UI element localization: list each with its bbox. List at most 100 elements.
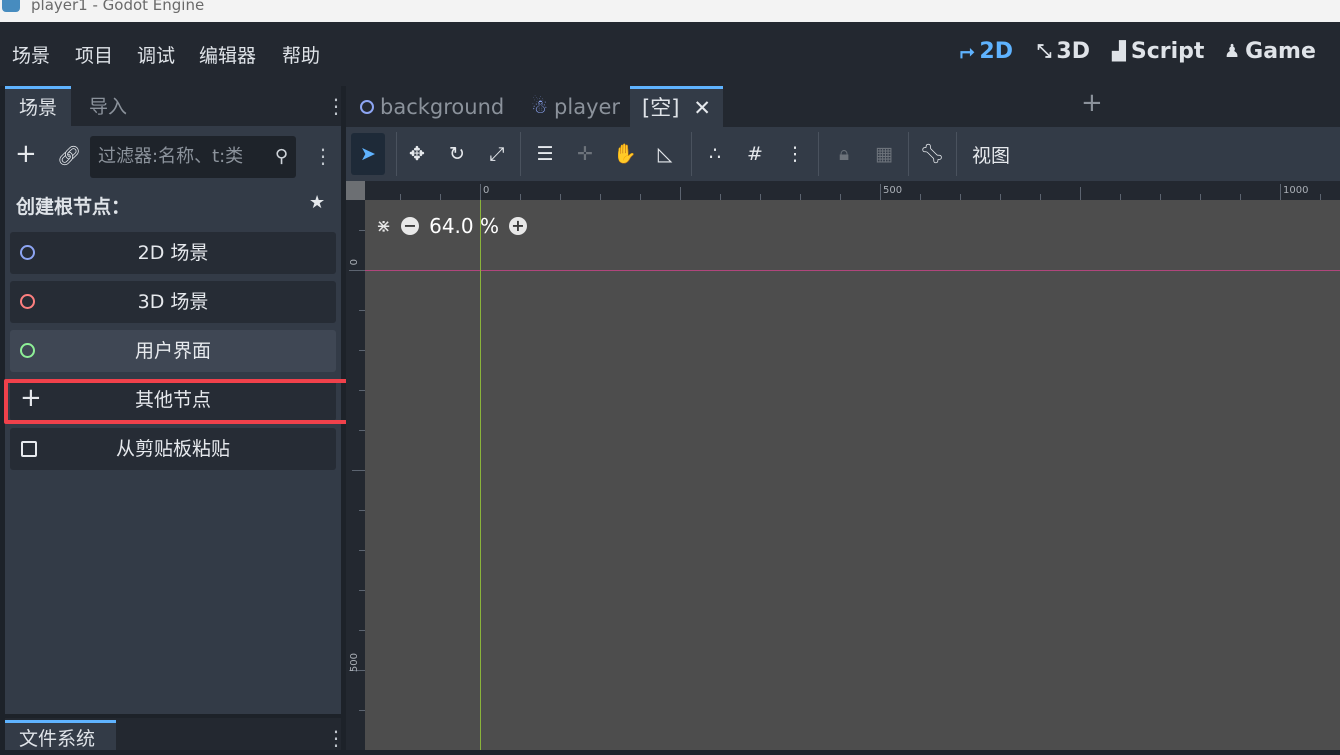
- ruler-tick: [760, 194, 761, 200]
- separator: [908, 132, 909, 176]
- character-icon: ☃: [531, 95, 549, 118]
- tab-empty[interactable]: [空] ✕: [630, 86, 723, 127]
- separator: [520, 132, 521, 176]
- zoom-in-icon[interactable]: +: [509, 217, 527, 235]
- ruler-tick: [840, 194, 841, 200]
- ruler-label: 0: [349, 259, 360, 266]
- menu-scene[interactable]: 场景: [12, 41, 50, 68]
- ruler-tick: [349, 270, 365, 271]
- ruler-tick: [520, 194, 521, 200]
- separator: [396, 132, 397, 176]
- ruler-top: 0 500 1000: [346, 181, 1340, 200]
- root-3d-scene-button[interactable]: 3D 场景: [10, 281, 336, 323]
- root-2d-scene-button[interactable]: 2D 场景: [10, 232, 336, 274]
- root-ui-label: 用户界面: [134, 340, 211, 362]
- ruler-label: 500: [883, 185, 903, 196]
- ruler-tick: [920, 194, 921, 200]
- workspace-2d-button[interactable]: ⮣ 2D: [960, 39, 1013, 64]
- filter-input[interactable]: 过滤器:名称、t:类 ⚲: [90, 136, 296, 178]
- highlight-box: [4, 379, 366, 424]
- game-icon: ♟: [1224, 41, 1241, 62]
- paste-from-clipboard-button[interactable]: 从剪贴板粘贴: [10, 428, 336, 470]
- add-node-button[interactable]: +: [15, 140, 37, 168]
- ruler-tool-icon[interactable]: ◺: [649, 139, 681, 169]
- bone-icon[interactable]: 🦴︎: [916, 139, 948, 169]
- workspace-3d-button[interactable]: ⤡ 3D: [1037, 39, 1090, 64]
- tab-filesystem[interactable]: 文件系统: [5, 720, 116, 750]
- ruler-tick: [359, 630, 365, 631]
- grid-snap-icon[interactable]: #: [739, 139, 771, 169]
- x-axis-line: [365, 270, 1340, 271]
- tab-player[interactable]: ☃ player: [531, 86, 620, 127]
- canvas-viewport[interactable]: 0 500 1000 0 500 ⋇ − 64.0 % +: [346, 181, 1340, 750]
- ruler-label: 0: [483, 185, 490, 196]
- ruler-tick: [680, 187, 681, 200]
- window-title: player1 - Godot Engine: [31, 0, 205, 14]
- filesystem-menu-icon[interactable]: ⋮: [326, 728, 346, 748]
- ruler-tick: [560, 194, 561, 200]
- group-icon[interactable]: ▦: [868, 139, 900, 169]
- ruler-tick: [1000, 194, 1001, 200]
- zoom-level[interactable]: 64.0 %: [429, 214, 499, 238]
- tab-import[interactable]: 导入: [75, 86, 141, 126]
- lock-icon[interactable]: 🔒︎: [828, 139, 860, 169]
- select-tool-icon[interactable]: ➤: [351, 133, 385, 175]
- menu-editor[interactable]: 编辑器: [199, 41, 256, 68]
- list-select-icon[interactable]: ☰: [529, 139, 561, 169]
- tab-empty-label: [空]: [642, 96, 680, 120]
- favorites-star-icon[interactable]: ★: [309, 192, 325, 213]
- canvas-toolbar: ➤ ✥ ↻ ⤢ ☰ ✛ ✋ ◺ ∴ # ⋮ 🔒︎ ▦ 🦴︎ 视图: [346, 127, 1340, 181]
- root-ui-button[interactable]: 用户界面: [10, 330, 336, 372]
- snap-options-icon[interactable]: ⋮: [779, 139, 811, 169]
- ruler-tick: [359, 390, 365, 391]
- workspace-script-button[interactable]: ▟ Script: [1112, 39, 1204, 64]
- view-menu-button[interactable]: 视图: [972, 141, 1010, 168]
- ruler-tick: [640, 194, 641, 200]
- center-view-icon[interactable]: ⋇: [376, 216, 391, 237]
- ruler-tick: [359, 230, 365, 231]
- scale-tool-icon[interactable]: ⤢: [481, 139, 513, 169]
- ruler-tick: [359, 550, 365, 551]
- close-icon[interactable]: ✕: [693, 89, 711, 127]
- script-icon: ▟: [1112, 41, 1126, 62]
- separator: [691, 132, 692, 176]
- dock-tabs: 场景 导入 ⋮: [5, 86, 346, 126]
- create-root-heading: 创建根节点：: [16, 196, 131, 218]
- dock-menu-icon[interactable]: ⋮: [326, 96, 346, 116]
- scene-tab-bar: background ☃ player [空] ✕ +: [346, 86, 1340, 127]
- ruler-tick: [440, 194, 441, 200]
- scene-options-icon[interactable]: ⋮: [313, 146, 333, 166]
- separator: [956, 132, 957, 176]
- pivot-tool-icon[interactable]: ✛: [569, 139, 601, 169]
- 2d-icon: ⮣: [960, 41, 975, 62]
- workspace-3d-label: 3D: [1056, 39, 1090, 64]
- workspace-game-label: Game: [1245, 39, 1316, 64]
- ruler-tick: [1240, 194, 1241, 200]
- menu-help[interactable]: 帮助: [282, 41, 320, 68]
- move-tool-icon[interactable]: ✥: [401, 139, 433, 169]
- smart-snap-icon[interactable]: ∴: [699, 139, 731, 169]
- ruler-tick: [352, 470, 365, 471]
- ruler-tick: [1040, 194, 1041, 200]
- link-icon[interactable]: 🔗︎: [57, 144, 81, 167]
- workspace-game-button[interactable]: ♟ Game: [1224, 39, 1316, 64]
- zoom-out-icon[interactable]: −: [401, 217, 420, 235]
- tab-background[interactable]: background: [360, 86, 504, 127]
- ruler-left: 0 500: [346, 181, 365, 750]
- node2d-icon: [360, 99, 374, 114]
- ruler-label: 500: [349, 653, 360, 673]
- rotate-tool-icon[interactable]: ↻: [441, 139, 473, 169]
- window-titlebar: player1 - Godot Engine: [0, 0, 1340, 22]
- ruler-tick: [359, 430, 365, 431]
- root-3d-scene-label: 3D 场景: [137, 291, 209, 313]
- new-scene-tab-icon[interactable]: +: [1081, 88, 1103, 118]
- tab-scene[interactable]: 场景: [5, 86, 72, 126]
- menu-project[interactable]: 项目: [75, 41, 113, 68]
- ruler-tick: [1160, 194, 1161, 200]
- ruler-tick: [800, 194, 801, 200]
- menu-debug[interactable]: 调试: [137, 41, 175, 68]
- 3d-icon: ⤡: [1037, 41, 1052, 62]
- y-axis-line: [480, 200, 481, 750]
- pan-tool-icon[interactable]: ✋: [609, 139, 641, 169]
- scene-toolbar: + 🔗︎ 过滤器:名称、t:类 ⚲ ⋮: [5, 134, 341, 178]
